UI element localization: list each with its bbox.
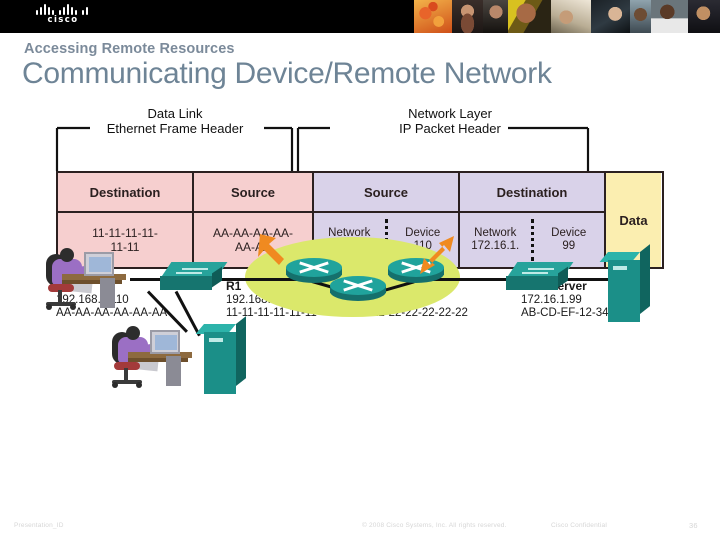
local-server-led <box>209 338 223 342</box>
router-mid-arrows-icon <box>343 279 373 292</box>
pc2-chair-wheel-left <box>112 382 118 388</box>
pc1-user-head <box>60 248 74 262</box>
footer-confidential: Cisco Confidential <box>551 522 607 529</box>
local-switch-port-row-2 <box>176 272 202 274</box>
packet-field-ip-source-header: Source <box>314 173 458 213</box>
banner-photo-9 <box>688 0 720 33</box>
pc2-monitor <box>150 330 180 354</box>
pc2-monitor-screen <box>155 335 177 350</box>
remote-web-server-side <box>640 244 650 314</box>
callout-arrow-egress <box>420 236 454 274</box>
cisco-logo-bars <box>36 3 90 15</box>
remote-switch-front <box>506 276 558 290</box>
slide-footer: Presentation_ID © 2008 Cisco Systems, In… <box>0 514 720 540</box>
local-switch <box>160 262 228 292</box>
remote-switch <box>506 262 574 292</box>
slide-eyebrow: Accessing Remote Resources <box>24 41 235 57</box>
router-r1-arrows-icon <box>299 261 329 274</box>
remote-switch-port-row-2 <box>522 272 548 274</box>
packet-field-ip-destination-header: Destination <box>460 173 604 213</box>
footer-page-number: 36 <box>689 521 698 530</box>
top-banner: cisco <box>0 0 720 33</box>
pc1-chair-wheel-left <box>46 304 52 310</box>
banner-photo-7 <box>629 0 652 33</box>
router-mid <box>330 276 386 304</box>
link-remote-switch-server <box>565 278 613 281</box>
workstation-pc2 <box>110 322 206 398</box>
pc1-tower <box>100 278 115 308</box>
remote-web-server-led <box>613 266 627 270</box>
footer-copyright: © 2008 Cisco Systems, Inc. All rights re… <box>362 522 507 529</box>
pc1-chair-wheel-right <box>70 304 76 310</box>
workstation-pc1 <box>44 244 140 320</box>
banner-photo-strip <box>414 0 720 33</box>
banner-photo-3 <box>482 0 508 33</box>
banner-photo-2 <box>452 0 483 33</box>
pc2-user-head <box>126 326 140 340</box>
pc2-chair-wheel-right <box>136 382 142 388</box>
banner-photo-4 <box>507 0 552 33</box>
cisco-wordmark: cisco <box>47 15 79 25</box>
local-switch-front <box>160 276 212 290</box>
banner-photo-5 <box>551 0 592 33</box>
pc2-tower <box>166 356 181 386</box>
banner-photo-8 <box>651 0 689 33</box>
banner-photo-1 <box>414 0 453 33</box>
packet-field-eth-source-header: Source <box>194 173 312 213</box>
packet-field-eth-destination-header: Destination <box>58 173 192 213</box>
footer-presentation-id: Presentation_ID <box>14 522 64 529</box>
callout-arrow-ingress <box>258 234 284 265</box>
banner-photo-6 <box>591 0 630 33</box>
cisco-logo: cisco <box>28 2 98 31</box>
network-topology <box>0 232 720 412</box>
remote-switch-port-row-1 <box>528 268 554 270</box>
remote-web-server <box>599 244 650 322</box>
local-switch-port-row-1 <box>182 268 208 270</box>
pc1-monitor-screen <box>89 257 111 272</box>
local-server <box>195 316 246 394</box>
page-title: Communicating Device/Remote Network <box>22 57 552 90</box>
pc1-monitor <box>84 252 114 276</box>
local-server-side <box>236 316 246 386</box>
